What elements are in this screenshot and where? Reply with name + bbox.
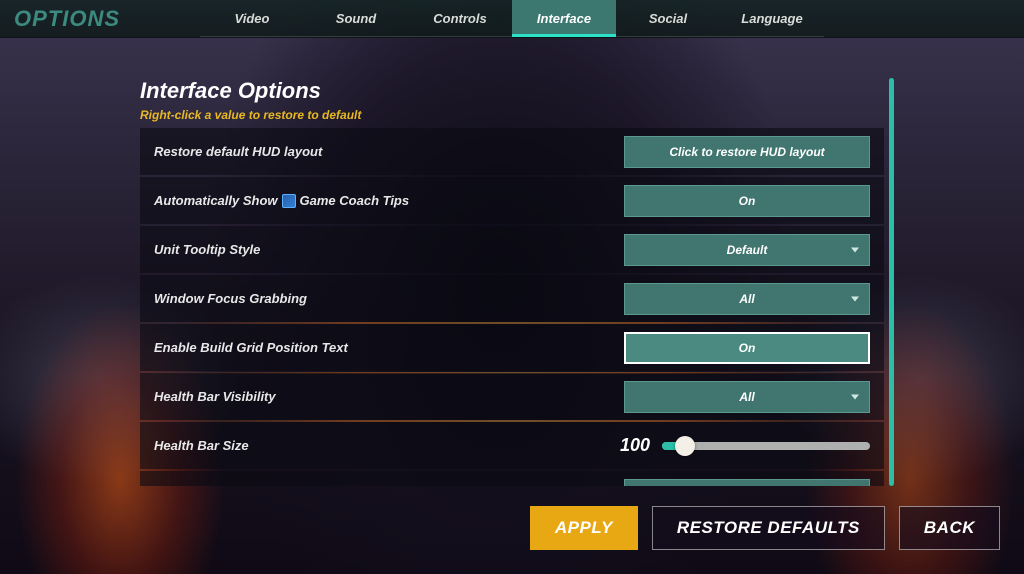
- option-control: All: [624, 381, 870, 413]
- tabs-container: VideoSoundControlsInterfaceSocialLanguag…: [200, 0, 824, 37]
- option-row: Window Focus Grabbing All: [140, 275, 884, 322]
- tab-language[interactable]: Language: [720, 0, 824, 36]
- tab-sound[interactable]: Sound: [304, 0, 408, 36]
- top-bar: OPTIONS VideoSoundControlsInterfaceSocia…: [0, 0, 1024, 38]
- scrollbar[interactable]: [889, 78, 894, 486]
- dropdown[interactable]: All: [624, 283, 870, 315]
- toggle-button[interactable]: On: [624, 332, 870, 364]
- option-control: On: [624, 479, 870, 487]
- dropdown[interactable]: Default: [624, 234, 870, 266]
- option-control: On: [624, 332, 870, 364]
- apply-button[interactable]: APPLY: [530, 506, 638, 550]
- option-label: Window Focus Grabbing: [154, 291, 624, 306]
- option-label: Health Bar Visibility: [154, 389, 624, 404]
- options-title: OPTIONS: [0, 0, 200, 37]
- option-label: Automatically Show Game Coach Tips: [154, 193, 624, 208]
- option-row: Automatically Show Game Coach TipsOn: [140, 177, 884, 224]
- dropdown-value: Default: [727, 243, 768, 257]
- option-control: On: [624, 185, 870, 217]
- panel-title: Interface Options: [140, 78, 884, 104]
- option-control: All: [624, 283, 870, 315]
- option-control: 100: [598, 435, 870, 456]
- option-row: Unit Tooltip Style Default: [140, 226, 884, 273]
- dropdown[interactable]: All: [624, 381, 870, 413]
- options-rows: Restore default HUD layoutClick to resto…: [140, 128, 884, 486]
- option-label: Unit Tooltip Style: [154, 242, 624, 257]
- footer-buttons: APPLY RESTORE DEFAULTS BACK: [530, 506, 1000, 550]
- option-label: Restore default HUD layout: [154, 144, 624, 159]
- slider-wrap: 100: [598, 435, 870, 456]
- option-row: Restore default HUD layoutClick to resto…: [140, 128, 884, 175]
- options-panel: Interface Options Right-click a value to…: [140, 78, 884, 486]
- chevron-down-icon: [851, 394, 859, 399]
- toggle-button[interactable]: On: [624, 479, 870, 487]
- restore-defaults-button[interactable]: RESTORE DEFAULTS: [652, 506, 885, 550]
- option-row: Enable Health Bar SegmentsOn: [140, 471, 884, 486]
- slider-track[interactable]: [662, 442, 870, 450]
- slider-thumb[interactable]: [675, 436, 695, 456]
- chevron-down-icon: [851, 296, 859, 301]
- tab-interface[interactable]: Interface: [512, 0, 616, 36]
- option-control: Default: [624, 234, 870, 266]
- tab-controls[interactable]: Controls: [408, 0, 512, 36]
- option-row: Health Bar Size 100: [140, 422, 884, 469]
- back-button[interactable]: BACK: [899, 506, 1000, 550]
- game-coach-icon: [282, 194, 296, 208]
- dropdown-value: All: [739, 292, 754, 306]
- slider-value: 100: [620, 435, 650, 456]
- option-row: Enable Build Grid Position TextOn: [140, 324, 884, 371]
- chevron-down-icon: [851, 247, 859, 252]
- option-control: Click to restore HUD layout: [624, 136, 870, 168]
- option-label: Enable Build Grid Position Text: [154, 340, 624, 355]
- option-label: Health Bar Size: [154, 438, 598, 453]
- tab-video[interactable]: Video: [200, 0, 304, 36]
- action-button[interactable]: Click to restore HUD layout: [624, 136, 870, 168]
- tab-social[interactable]: Social: [616, 0, 720, 36]
- dropdown-value: All: [739, 390, 754, 404]
- panel-hint: Right-click a value to restore to defaul…: [140, 108, 884, 122]
- toggle-button[interactable]: On: [624, 185, 870, 217]
- option-row: Health Bar Visibility All: [140, 373, 884, 420]
